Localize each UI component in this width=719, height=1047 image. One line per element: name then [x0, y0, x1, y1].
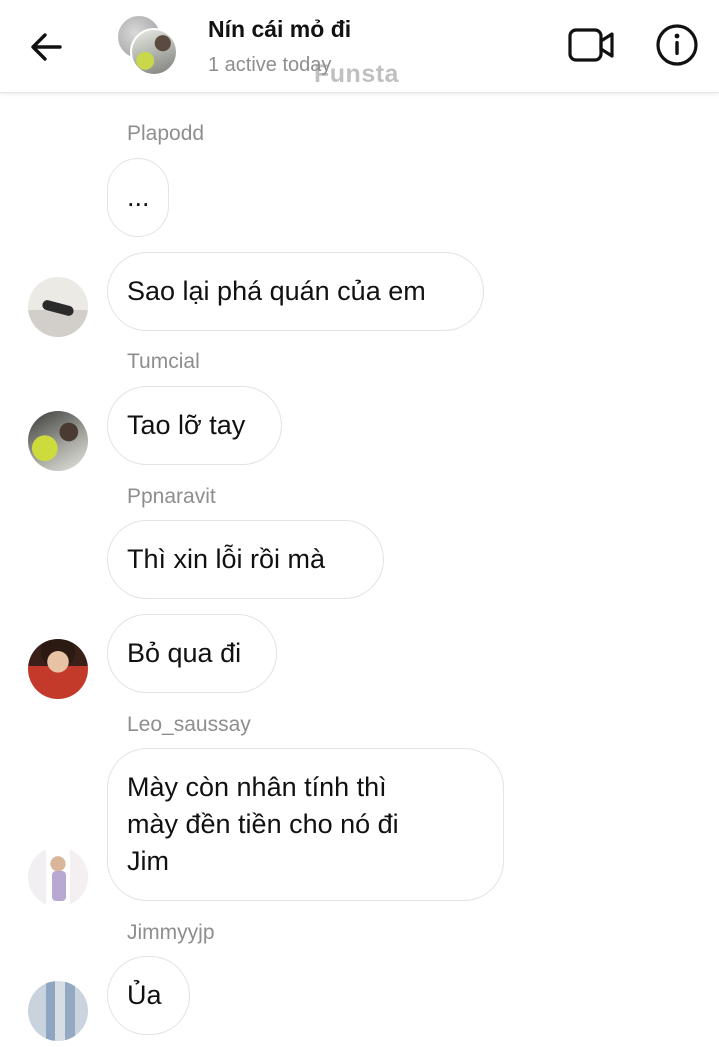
message-bubble[interactable]: ... [107, 158, 169, 237]
watermark: Funsta [314, 60, 399, 88]
message-bubble[interactable]: Ủa [107, 956, 190, 1035]
message-bubble[interactable]: Sao lại phá quán của em [107, 252, 484, 331]
avatar[interactable] [28, 639, 88, 699]
avatar[interactable] [28, 981, 88, 1041]
sender-name: Leo_saussay [127, 713, 251, 736]
sender-name: Ppnaravit [127, 485, 216, 508]
sender-name: Plapodd [127, 122, 205, 145]
message-bubble[interactable]: Tao lỡ tay [107, 386, 282, 465]
group-avatar[interactable] [116, 14, 178, 76]
message-line: Mày còn nhân tính thì [127, 772, 387, 802]
video-call-button[interactable] [566, 24, 616, 66]
message-line: Jim [127, 846, 169, 876]
chat-header: Nín cái mỏ đi 1 active today Funsta [0, 0, 719, 93]
avatar[interactable] [28, 277, 88, 337]
sender-name: Tumcial [127, 350, 200, 373]
group-avatar-front [130, 28, 178, 76]
message-bubble[interactable]: Thì xin lỗi rồi mà [107, 520, 384, 599]
chat-title[interactable]: Nín cái mỏ đi [208, 16, 351, 43]
message-bubble[interactable]: Bỏ qua đi [107, 614, 277, 693]
info-button[interactable] [654, 22, 700, 68]
active-status: 1 active today [208, 54, 332, 76]
info-circle-icon [656, 24, 698, 66]
video-camera-icon [568, 28, 614, 62]
avatar[interactable] [28, 847, 88, 907]
message-bubble[interactable]: Mày còn nhân tính thì mày đền tiền cho n… [107, 748, 504, 901]
arrow-left-icon [31, 33, 62, 61]
sender-name: Jimmyyjp [127, 921, 215, 944]
message-line: mày đền tiền cho nó đi [127, 809, 399, 839]
avatar[interactable] [28, 411, 88, 471]
back-button[interactable] [26, 26, 68, 68]
